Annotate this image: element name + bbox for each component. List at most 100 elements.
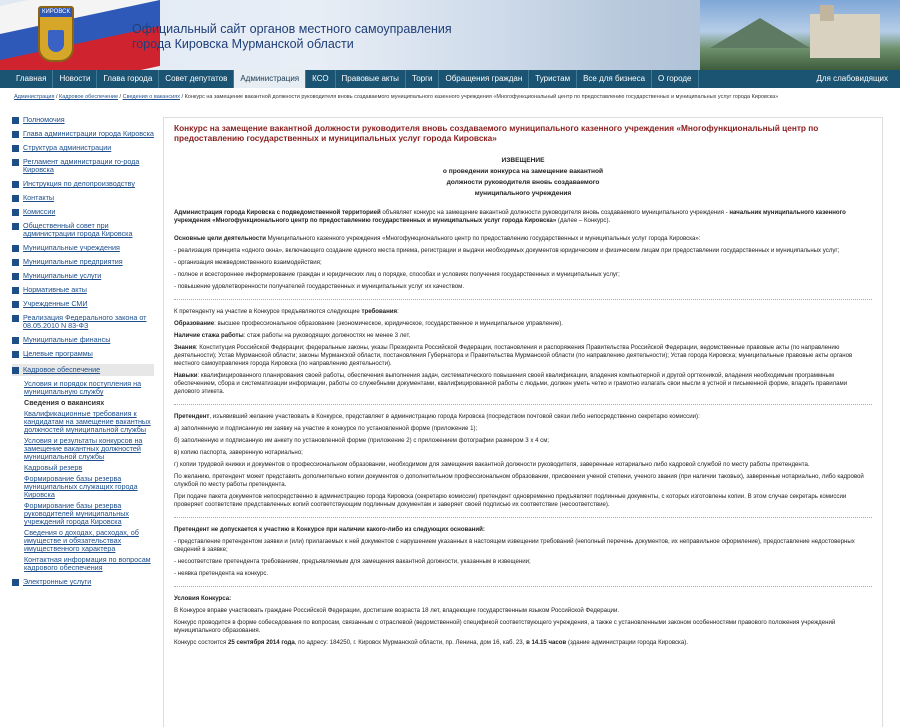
sidebar-item-label: Муниципальные учреждения [23, 243, 120, 252]
sidebar-item-label: Учрежденные СМИ [23, 299, 88, 308]
denial-item: - представление претендентом заявки и (и… [174, 538, 855, 553]
conditions-heading: Условия Конкурса: [174, 595, 232, 602]
divider [174, 517, 872, 518]
breadcrumb-link[interactable]: Сведения о вакансиях [123, 94, 180, 100]
nav-item[interactable]: КСО [306, 70, 336, 88]
bullet-icon [12, 131, 19, 138]
visually-impaired-link[interactable]: Для слабовидящих [816, 70, 888, 88]
conditions-paragraph-2: Конкурс проводится в форме собеседования… [174, 619, 836, 634]
sidebar-item[interactable]: Муниципальные услуги [12, 272, 154, 280]
sidebar: Полномочия Глава администрации города Кир… [12, 116, 154, 592]
nav-item[interactable]: Обращения граждан [439, 70, 530, 88]
sidebar-subitem[interactable]: Сведения о доходах, расходах, об имущест… [24, 529, 154, 553]
site-title-line1: Официальный сайт органов местного самоуп… [132, 22, 452, 36]
sidebar-item[interactable]: Контакты [12, 194, 154, 202]
sidebar-submenu: Условия и порядок поступления на муницип… [24, 380, 154, 572]
goal-item: - повышение удовлетворенности получателе… [174, 283, 465, 290]
sidebar-item-label: Муниципальные финансы [23, 335, 111, 344]
conditions-paragraph-1: В Конкурсе вправе участвовать граждане Р… [174, 607, 620, 614]
bullet-icon [12, 145, 19, 152]
sidebar-item[interactable]: Глава администрации города Кировска [12, 130, 154, 138]
bullet-icon [12, 367, 19, 374]
document-item: а) заполненную и подписанную им заявку н… [174, 425, 478, 432]
page-title: Конкурс на замещение вакантной должности… [174, 123, 819, 143]
sidebar-subitem[interactable]: Формирование базы резерва руководителей … [24, 502, 154, 526]
education-req: Образование: высшее профессиональное обр… [174, 320, 564, 327]
sidebar-subitem[interactable]: Формирование базы резерва муниципальных … [24, 475, 154, 499]
nav-item[interactable]: Глава города [97, 70, 160, 88]
sidebar-item[interactable]: Муниципальные учреждения [12, 244, 154, 252]
nav-item[interactable]: Новости [53, 70, 98, 88]
bullet-icon [12, 337, 19, 344]
requirements-intro: К претенденту на участие в Конкурсе пред… [174, 308, 399, 315]
sidebar-item-label: Инструкция по делопроизводству [23, 179, 135, 188]
sidebar-item[interactable]: Полномочия [12, 116, 154, 124]
sidebar-item[interactable]: Комиссии [12, 208, 154, 216]
nav-item[interactable]: О городе [652, 70, 699, 88]
divider [174, 404, 872, 405]
sidebar-item[interactable]: Муниципальные предприятия [12, 258, 154, 266]
bullet-icon [12, 181, 19, 188]
site-header: КИРОВСК Официальный сайт органов местног… [0, 0, 900, 70]
bullet-icon [12, 301, 19, 308]
sidebar-item[interactable]: Нормативные акты [12, 286, 154, 294]
sidebar-item-label: Структура администрации [23, 143, 112, 152]
submission-paragraph: При подаче пакета документов непосредств… [174, 493, 847, 508]
site-title[interactable]: Официальный сайт органов местного самоуп… [132, 22, 452, 52]
nav-item[interactable]: Правовые акты [336, 70, 406, 88]
sidebar-item[interactable]: Учрежденные СМИ [12, 300, 154, 308]
goal-item: - реализация принципа «одного окна», вкл… [174, 247, 840, 254]
denial-list: - представление претендентом заявки и (и… [174, 538, 872, 578]
sidebar-item[interactable]: Муниципальные финансы [12, 336, 154, 344]
denial-heading: Претендент не допускается к участию в Ко… [174, 526, 485, 533]
sidebar-item-label: Реализация Федерального закона от 08.05.… [23, 313, 147, 330]
document-item: в) копию паспорта, заверенную нотариальн… [174, 449, 303, 456]
sidebar-item-label: Контакты [23, 193, 55, 202]
bullet-icon [12, 351, 19, 358]
announcement-heading: ИЗВЕЩЕНИЕ о проведении конкурса на замещ… [174, 155, 872, 199]
sidebar-subitem[interactable]: Квалификационные требования к кандидатам… [24, 410, 154, 434]
divider [174, 586, 872, 587]
goals-list: - реализация принципа «одного окна», вкл… [174, 247, 872, 291]
knowledge-req: Знания: Конституция Российской Федерации… [174, 344, 853, 367]
sidebar-subitem[interactable]: Условия и порядок поступления на муницип… [24, 380, 154, 396]
nav-item[interactable]: Торги [406, 70, 440, 88]
nav-item[interactable]: Администрация [234, 70, 307, 88]
site-title-line2: города Кировска Мурманской области [132, 37, 354, 51]
nav-item[interactable]: Совет депутатов [159, 70, 235, 88]
sidebar-item-label: Муниципальные предприятия [23, 257, 123, 266]
sidebar-item[interactable]: Электронные услуги [12, 578, 154, 586]
sidebar-item[interactable]: Целевые программы [12, 350, 154, 358]
sidebar-item[interactable]: Регламент администрации го-рода Кировска [12, 158, 154, 174]
sidebar-item[interactable]: Кадровое обеспечение [12, 364, 154, 376]
candidate-intro: Претендент, изъявивший желание участвова… [174, 413, 700, 420]
goal-item: - полное и всестороннее информирование г… [174, 271, 620, 278]
bullet-icon [12, 223, 19, 230]
sidebar-item[interactable]: Общественный совет при администрации гор… [12, 222, 154, 238]
sidebar-item[interactable]: Инструкция по делопроизводству [12, 180, 154, 188]
breadcrumb-link[interactable]: Кадровое обеспечение [59, 94, 118, 100]
sidebar-item[interactable]: Реализация Федерального закона от 08.05.… [12, 314, 154, 330]
sidebar-item-label: Электронные услуги [23, 577, 92, 586]
announcement-line: о проведении конкурса на замещение вакан… [442, 168, 604, 175]
nav-item[interactable]: Все для бизнеса [577, 70, 653, 88]
sidebar-item[interactable]: Структура администрации [12, 144, 154, 152]
experience-req: Наличие стажа работы: стаж работы на рук… [174, 332, 411, 339]
nav-item[interactable]: Туристам [529, 70, 578, 88]
coat-of-arms-logo[interactable]: КИРОВСК [38, 6, 74, 62]
sidebar-item-label: Кадровое обеспечение [23, 365, 101, 374]
sidebar-subitem[interactable]: Кадровый резерв [24, 464, 154, 472]
city-landscape-image [700, 0, 900, 70]
breadcrumb-link[interactable]: Администрация [14, 94, 54, 100]
nav-item[interactable]: Главная [10, 70, 54, 88]
sidebar-item-label: Муниципальные услуги [23, 271, 102, 280]
sidebar-subitem[interactable]: Контактная информация по вопросам кадров… [24, 556, 154, 572]
sidebar-item-label: Целевые программы [23, 349, 93, 358]
bullet-icon [12, 315, 19, 322]
bullet-icon [12, 579, 19, 586]
goal-item: - организация межведомственного взаимоде… [174, 259, 322, 266]
sidebar-subitem[interactable]: Условия и результаты конкурсов на замеще… [24, 437, 154, 461]
sidebar-item-label: Нормативные акты [23, 285, 87, 294]
intro-paragraph: Администрация города Кировска с подведом… [174, 209, 846, 224]
sidebar-subitem[interactable]: Сведения о вакансиях [24, 399, 154, 407]
